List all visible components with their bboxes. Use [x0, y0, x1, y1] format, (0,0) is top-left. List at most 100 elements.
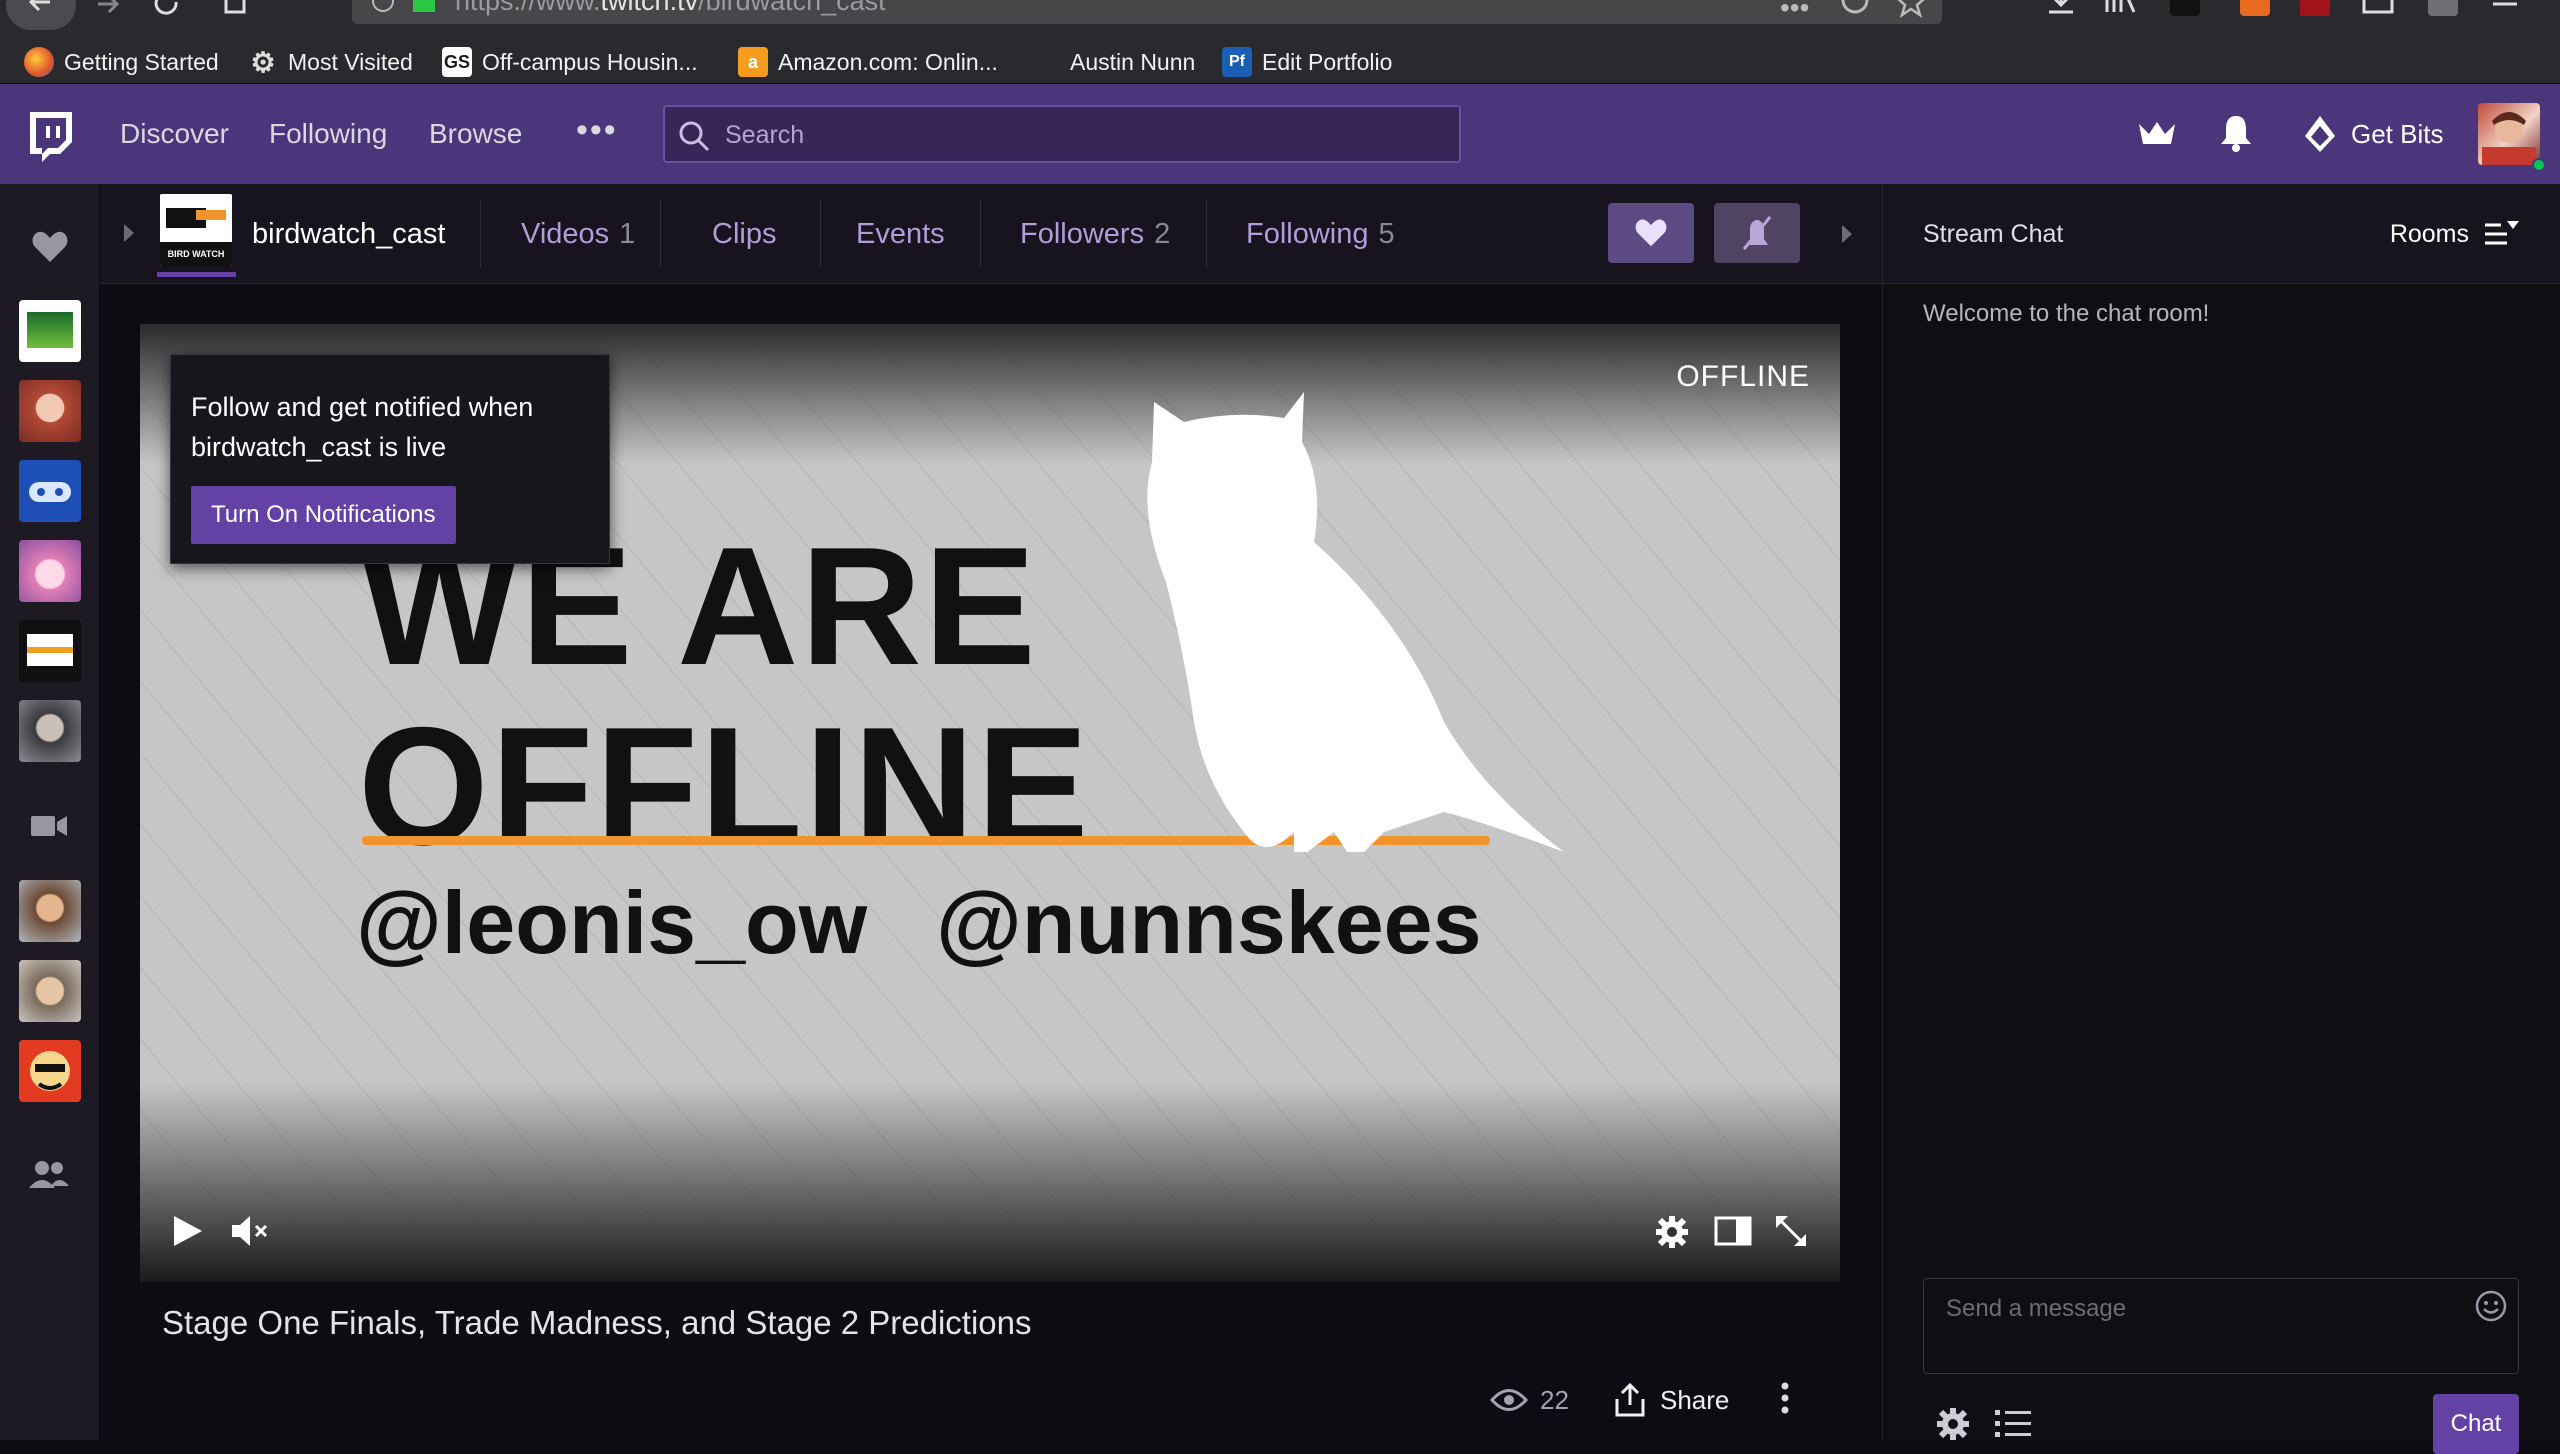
settings-button[interactable] — [1654, 1214, 1690, 1250]
more-options-icon[interactable]: ••• — [576, 80, 618, 180]
emoji-icon[interactable] — [2474, 1289, 2508, 1323]
notifications-off-button[interactable] — [1714, 203, 1800, 263]
secure-lock-icon — [413, 0, 435, 12]
portfolio-icon: Pf — [1222, 47, 1252, 77]
channel-avatar-gray[interactable] — [19, 700, 81, 762]
rooms-list-icon — [2485, 221, 2519, 245]
gs-site-icon: GS — [442, 47, 472, 77]
tab-label: Clips — [712, 218, 777, 250]
channel-avatar-overwatch-league[interactable] — [19, 620, 81, 682]
tab-divider — [820, 200, 821, 268]
nav-following[interactable]: Following — [269, 84, 387, 184]
bookmark-getting-started[interactable]: Getting Started — [24, 40, 219, 84]
heart-icon — [1635, 219, 1667, 247]
fullscreen-button[interactable] — [1774, 1214, 1808, 1248]
channel-avatar-man-1[interactable] — [19, 880, 81, 942]
collapse-right-chevron-icon[interactable] — [1840, 223, 1854, 245]
player-bottom-shade — [140, 1082, 1840, 1282]
play-button[interactable] — [170, 1214, 204, 1248]
channel-avatar-anime[interactable] — [19, 540, 81, 602]
tab-count: 2 — [1154, 218, 1171, 250]
pocket-icon[interactable] — [1840, 0, 1870, 18]
heart-icon[interactable] — [32, 230, 68, 264]
library-icon[interactable] — [2104, 0, 2138, 20]
send-chat-button[interactable]: Chat — [2433, 1394, 2519, 1454]
user-avatar[interactable] — [2478, 103, 2540, 165]
bookmark-label: Most Visited — [288, 48, 413, 75]
channel-avatar-man-2[interactable] — [19, 960, 81, 1022]
page-actions-icon[interactable]: ••• — [1780, 0, 1809, 24]
sidebar-toggle-icon[interactable] — [2362, 0, 2394, 16]
bookmark-austin-nunn[interactable]: Austin Nunn — [1070, 40, 1195, 84]
info-icon[interactable] — [370, 0, 396, 14]
channel-name[interactable]: birdwatch_cast — [252, 184, 445, 284]
bookmark-edit-portfolio[interactable]: Pf Edit Portfolio — [1222, 40, 1392, 84]
gear-icon: ⚙ — [250, 46, 276, 78]
bookmark-label: Austin Nunn — [1070, 48, 1196, 75]
turn-on-notifications-button[interactable]: Turn On Notifications — [191, 486, 456, 544]
collapse-left-chevron-icon[interactable] — [122, 222, 136, 244]
offline-badge: OFFLINE — [1676, 360, 1810, 393]
downloads-icon[interactable] — [2046, 0, 2076, 20]
acrobat-extension-icon[interactable] — [2300, 0, 2330, 16]
home-icon[interactable] — [222, 0, 248, 16]
menu-icon[interactable] — [2490, 0, 2520, 16]
video-camera-icon[interactable] — [31, 814, 67, 838]
stream-info-row: 22 Share — [140, 1370, 1840, 1430]
channel-avatar-overwatch-green[interactable] — [19, 300, 81, 362]
chat-message-input[interactable]: Send a message — [1923, 1278, 2519, 1374]
share-button[interactable]: Share — [1614, 1370, 1729, 1430]
followed-channels-sidebar — [0, 184, 100, 1440]
notifications-bell-icon[interactable] — [2219, 114, 2253, 152]
tab-clips[interactable]: Clips — [712, 184, 776, 284]
bookmark-label: Off-campus Housin... — [482, 48, 698, 75]
search-box[interactable]: Search — [663, 105, 1461, 163]
stream-chat-panel: Stream Chat Rooms Welcome to the chat ro… — [1882, 184, 2560, 1454]
get-bits-button[interactable]: Get Bits — [2305, 84, 2443, 184]
bookmark-star-icon[interactable] — [1896, 0, 1926, 18]
theatre-mode-button[interactable] — [1714, 1214, 1752, 1248]
crown-icon[interactable] — [2137, 118, 2177, 150]
friends-icon[interactable] — [29, 1160, 69, 1188]
tab-followers[interactable]: Followers 2 — [1020, 184, 1170, 284]
tab-divider — [480, 200, 481, 268]
twitch-logo-icon[interactable] — [26, 110, 76, 162]
tab-events[interactable]: Events — [856, 184, 945, 284]
chat-input-placeholder: Send a message — [1946, 1295, 2127, 1322]
follow-heart-button[interactable] — [1608, 203, 1694, 263]
rooms-button[interactable]: Rooms — [2390, 184, 2521, 284]
tab-label: Followers — [1020, 218, 1145, 250]
tab-label: Videos — [521, 218, 610, 250]
tab-videos[interactable]: Videos 1 — [521, 184, 635, 284]
forward-button[interactable] — [92, 0, 122, 20]
nav-discover[interactable]: Discover — [120, 84, 229, 184]
share-icon — [1615, 1383, 1645, 1417]
tab-following[interactable]: Following 5 — [1246, 184, 1395, 284]
amazon-extension-icon[interactable] — [2170, 0, 2200, 16]
channel-avatar-controller[interactable] — [19, 460, 81, 522]
channel-avatar-cartoon[interactable] — [19, 1040, 81, 1102]
bookmark-off-campus-housing[interactable]: GS Off-campus Housin... — [442, 40, 698, 84]
channel-logo[interactable]: BIRD WATCH — [160, 194, 232, 266]
chat-list-icon[interactable] — [1995, 1408, 2031, 1440]
back-button[interactable] — [6, 0, 76, 30]
mute-button[interactable] — [230, 1214, 270, 1248]
nav-browse[interactable]: Browse — [429, 84, 522, 184]
url-text[interactable]: https://www.twitch.tv/birdwatch_cast — [455, 0, 886, 17]
firefox-icon — [24, 47, 54, 77]
bookmark-amazon[interactable]: a Amazon.com: Onlin... — [738, 40, 998, 84]
browser-toolbar: https://www.twitch.tv/birdwatch_cast ••• — [0, 0, 2560, 40]
fox-extension-icon[interactable] — [2240, 0, 2270, 16]
volume-muted-icon — [232, 1216, 268, 1246]
channel-avatar-redhead[interactable] — [19, 380, 81, 442]
notification-off-icon — [1742, 216, 1772, 250]
bookmark-most-visited[interactable]: ⚙ Most Visited — [248, 40, 413, 84]
search-input[interactable]: Search — [725, 121, 804, 150]
handle-nunnskees: @nunnskees — [936, 873, 1482, 972]
chat-settings-icon[interactable] — [1935, 1406, 1971, 1442]
profile-extension-icon[interactable] — [2428, 0, 2458, 16]
reload-button[interactable] — [152, 0, 182, 20]
more-vertical-icon[interactable] — [1780, 1382, 1790, 1416]
tab-count: 1 — [619, 218, 636, 250]
get-bits-label: Get Bits — [2351, 118, 2444, 149]
